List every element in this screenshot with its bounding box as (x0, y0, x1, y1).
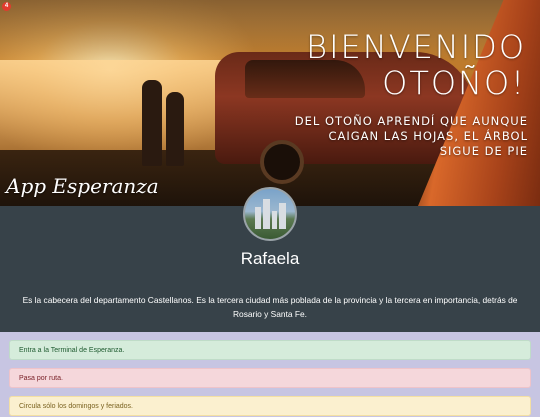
alerts-section: Entra a la Terminal de Esperanza. Pasa p… (0, 332, 540, 416)
hero-banner: 4 BIENVENIDO OTOÑO! DEL OTOÑO APRENDÍ QU… (0, 0, 540, 206)
notification-badge[interactable]: 4 (2, 2, 11, 11)
person-man (142, 80, 162, 166)
alert-schedule: Circula sólo los domingos y feriados. (9, 396, 531, 416)
person-woman (166, 92, 184, 166)
hero-quote-line1: DEL OTOÑO APRENDÍ QUE AUNQUE (294, 114, 528, 128)
alert-terminal: Entra a la Terminal de Esperanza. (9, 340, 531, 360)
alert-route: Pasa por ruta. (9, 368, 531, 388)
hero-quote: DEL OTOÑO APRENDÍ QUE AUNQUE CAIGAN LAS … (268, 114, 528, 159)
city-description: Es la cabecera del departamento Castella… (22, 295, 518, 319)
avatar-building (263, 199, 270, 229)
hero-quote-line2: CAIGAN LAS HOJAS, EL ÁRBOL (328, 129, 528, 143)
avatar-building (279, 203, 286, 229)
hero-title-line1: BIENVENIDO (306, 28, 526, 66)
avatar-building (272, 211, 277, 229)
city-avatar (243, 187, 297, 241)
app-name: App Esperanza (6, 174, 159, 198)
city-name: Rafaela (240, 249, 300, 268)
avatar-building (255, 207, 261, 229)
hero-title: BIENVENIDO OTOÑO! (306, 30, 526, 102)
hero-title-line2: OTOÑO! (382, 64, 526, 102)
hero-quote-line3: SIGUE DE PIE (439, 144, 528, 158)
